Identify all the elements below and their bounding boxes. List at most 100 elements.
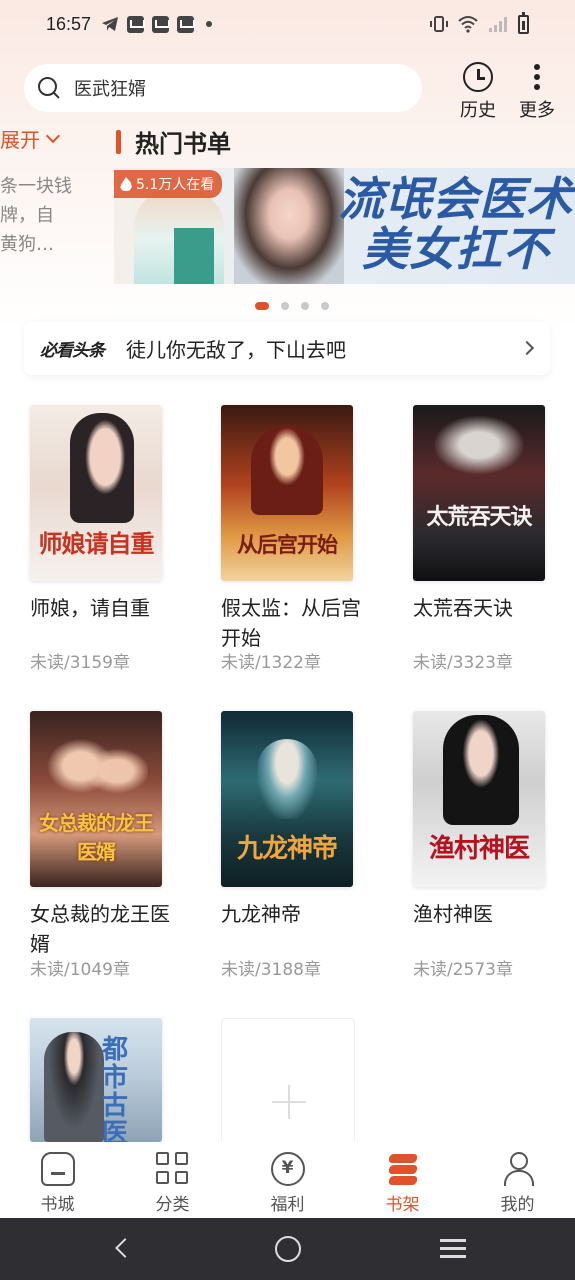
carousel-dot [321, 302, 329, 310]
more-vertical-icon [522, 62, 552, 92]
headline-logo: 必看头条 [40, 340, 105, 361]
carousel-dot-active [255, 302, 269, 310]
mail-icon [127, 15, 146, 33]
book-title: 九龙神帝 [221, 902, 301, 926]
tab-rewards[interactable]: ¥ 福利 [230, 1142, 345, 1218]
snippet-line: 黄狗… [0, 234, 54, 255]
user-icon [501, 1152, 535, 1186]
cover-title: 都市古医仙 [102, 1035, 129, 1142]
book-item[interactable]: 都市古医仙 [30, 1018, 200, 1142]
tab-label: 我的 [500, 1195, 535, 1215]
yen-icon: ¥ [270, 1152, 305, 1186]
home-circle-icon[interactable] [275, 1236, 301, 1262]
more-label: 更多 [519, 100, 555, 121]
viewers-badge: 5.1万人在看 [114, 170, 223, 198]
status-notification-icons [101, 15, 213, 33]
cover-figure [44, 1032, 104, 1142]
tab-bookshelf[interactable]: 书架 [345, 1142, 460, 1218]
tab-label: 福利 [270, 1195, 305, 1215]
search-input[interactable]: 医武狂婿 [24, 64, 422, 112]
book-progress: 未读/3159章 [30, 653, 130, 673]
cover-title: 从后宫开始 [237, 532, 338, 557]
viewers-count: 5.1万人在看 [136, 177, 215, 193]
banner-scrubs [174, 228, 214, 284]
carousel-dot [301, 302, 309, 310]
book-progress: 未读/1322章 [221, 653, 321, 673]
banner-title-line1: 流氓会医术 [338, 172, 573, 226]
back-icon[interactable] [115, 1238, 135, 1258]
bottom-tab-bar: 书城 分类 ¥ 福利 书架 我的 [0, 1142, 575, 1218]
book-progress: 未读/3323章 [413, 653, 513, 673]
tab-mine[interactable]: 我的 [460, 1142, 575, 1218]
more-notifications-dot [206, 21, 213, 27]
telegram-icon [102, 17, 119, 31]
book-item[interactable]: 太荒吞天诀 太荒吞天诀 [413, 405, 575, 623]
cover-title: 九龙神帝 [236, 834, 338, 864]
headline-text: 徒儿你无敌了，下山去吧 [126, 337, 346, 362]
banner-title-line2: 美女扛不 [362, 222, 550, 276]
collapsed-snippet: 条一块钱 牌，自 黄狗… [0, 172, 80, 259]
book-item[interactable]: 女总裁的龙王医婿 女总裁的龙王医婿 [30, 711, 200, 959]
signal-icon [489, 17, 507, 32]
book-item[interactable]: 从后宫开始 假太监：从后宫开始 [221, 405, 391, 653]
tab-bookstore[interactable]: 书城 [0, 1142, 115, 1218]
headline-card[interactable]: 必看头条 徒儿你无敌了，下山去吧 [24, 321, 550, 375]
snippet-line: 牌，自 [0, 205, 54, 226]
bookshelf-icon [386, 1152, 420, 1186]
grid-icon [155, 1152, 190, 1186]
carousel-dot [281, 302, 289, 310]
carousel-indicator [255, 302, 329, 310]
section-title-text: 热门书单 [135, 129, 231, 158]
cover-title: 太荒吞天诀 [426, 504, 532, 530]
system-navigation-bar [0, 1218, 575, 1280]
book-cover[interactable]: 渔村神医 [413, 711, 545, 887]
search-icon [38, 77, 60, 99]
mail-icon [152, 15, 171, 33]
fire-icon [120, 177, 132, 191]
promo-banner[interactable]: 5.1万人在看 流氓会医术 美女扛不 [114, 168, 575, 284]
book-progress: 未读/1049章 [30, 960, 130, 980]
expand-button[interactable]: 展开 [0, 124, 61, 153]
book-cover[interactable]: 师娘请自重 [30, 405, 162, 581]
vibrate-icon [430, 16, 448, 32]
book-cover[interactable]: 都市古医仙 [30, 1018, 162, 1142]
cover-title: 女总裁的龙王医婿 [39, 811, 154, 864]
plus-icon [272, 1085, 306, 1119]
book-cover[interactable]: 女总裁的龙王医婿 [30, 711, 162, 887]
book-title: 渔村神医 [413, 902, 493, 926]
status-system-icons [430, 11, 529, 34]
tab-label: 分类 [155, 1195, 190, 1215]
tab-category[interactable]: 分类 [115, 1142, 230, 1218]
more-button[interactable]: 更多 [512, 60, 562, 122]
book-item[interactable]: 九龙神帝 九龙神帝 [221, 711, 391, 929]
banner-woman-figure [234, 168, 344, 284]
chevron-down-icon [45, 128, 61, 143]
clock-icon [463, 62, 493, 92]
chevron-right-icon [519, 340, 535, 356]
book-title: 太荒吞天诀 [413, 596, 513, 620]
book-title: 女总裁的龙王医婿 [30, 902, 170, 956]
book-item[interactable]: 师娘请自重 师娘，请自重 [30, 405, 200, 623]
book-cover[interactable]: 太荒吞天诀 [413, 405, 545, 581]
search-query: 医武狂婿 [74, 79, 146, 100]
book-cover[interactable]: 从后宫开始 [221, 405, 353, 581]
section-title: 热门书单 [116, 124, 231, 159]
status-bar: 16:57 [0, 0, 575, 48]
cover-title: 师娘请自重 [38, 529, 155, 558]
status-time: 16:57 [46, 13, 92, 34]
menu-icon[interactable] [440, 1239, 466, 1259]
history-button[interactable]: 历史 [453, 60, 503, 122]
tab-label: 书城 [40, 1195, 75, 1215]
tab-label: 书架 [385, 1195, 420, 1215]
history-label: 历史 [460, 100, 496, 121]
wifi-icon [458, 16, 478, 33]
book-cover[interactable]: 九龙神帝 [221, 711, 353, 887]
cover-title: 渔村神医 [428, 834, 530, 864]
snippet-line: 条一块钱 [0, 176, 72, 197]
book-item[interactable]: 渔村神医 渔村神医 [413, 711, 575, 929]
cover-figure [70, 413, 134, 523]
book-progress: 未读/3188章 [221, 960, 321, 980]
mail-icon [177, 15, 196, 33]
home-icon [40, 1152, 75, 1186]
cover-figures [44, 721, 148, 821]
